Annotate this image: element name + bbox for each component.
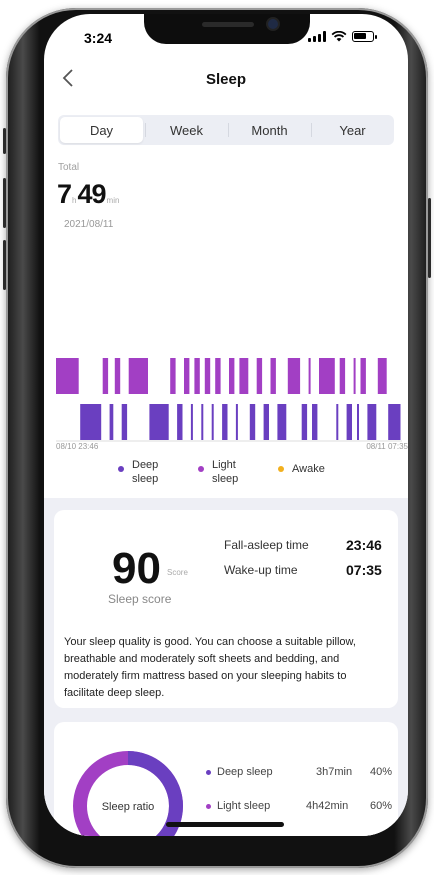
sleep-score-unit: Score xyxy=(167,568,188,577)
sleep-segment-deep xyxy=(222,404,228,440)
legend-dot xyxy=(198,466,204,472)
sleep-segment-deep xyxy=(201,404,204,440)
sleep-segment-deep xyxy=(211,404,214,440)
sleep-segment-light xyxy=(239,358,249,394)
sleep-segment-deep xyxy=(301,404,308,440)
legend-light-sleep: Light sleep xyxy=(198,458,238,486)
ratio-dot xyxy=(206,769,211,775)
sleep-segment-deep xyxy=(336,404,339,440)
chart-end-time: 08/11 07:35 xyxy=(366,442,408,451)
tab-week[interactable]: Week xyxy=(145,115,228,145)
sleep-segment-light xyxy=(204,358,211,394)
volume-down-button xyxy=(3,240,6,290)
status-time: 3:24 xyxy=(84,30,113,46)
phone-screen: 3:24 Sleep Day Week Month Year Total 7h4… xyxy=(44,14,408,836)
sleep-segment-deep xyxy=(263,404,269,440)
ratio-light-percent: 60% xyxy=(370,800,393,812)
ratio-deep-duration: 3h7min xyxy=(316,766,353,778)
chart-start-time: 08/10 23:46 xyxy=(56,442,99,451)
sleep-segment-light xyxy=(377,358,387,394)
period-tabs: Day Week Month Year xyxy=(58,115,394,145)
sleep-segment-light xyxy=(184,358,190,394)
sleep-segment-light xyxy=(353,358,356,394)
ratio-row-deep: Deep sleep xyxy=(206,766,273,778)
sleep-segment-light xyxy=(194,358,200,394)
sleep-advice-text: Your sleep quality is good. You can choo… xyxy=(64,636,356,699)
ratio-dot xyxy=(206,803,211,809)
total-label: Total xyxy=(58,162,80,173)
sleep-segment-deep xyxy=(277,404,287,440)
legend-deep-sleep: Deep sleep xyxy=(118,458,158,486)
sleep-segment-deep xyxy=(367,404,377,440)
sleep-stage-chart xyxy=(56,358,402,442)
wake-up-value: 07:35 xyxy=(346,562,382,578)
sleep-segment-light xyxy=(339,358,346,394)
nav-bar: Sleep xyxy=(44,64,408,94)
total-minutes: 49 xyxy=(77,179,106,209)
page-title: Sleep xyxy=(205,71,247,88)
fall-asleep-value: 23:46 xyxy=(346,537,382,553)
sleep-segment-light xyxy=(229,358,235,394)
fall-asleep-label: Fall-asleep time xyxy=(224,538,309,552)
legend-awake: Awake xyxy=(278,458,325,476)
total-date: 2021/08/11 xyxy=(64,219,114,230)
legend-dot xyxy=(118,466,124,472)
sleep-segment-light xyxy=(256,358,263,394)
power-button xyxy=(428,198,431,278)
sleep-segment-deep xyxy=(346,404,352,440)
sleep-segment-light xyxy=(114,358,121,394)
sleep-score-value: 90 xyxy=(112,544,161,593)
legend-dot xyxy=(278,466,284,472)
total-sleep-value: 7h49min xyxy=(57,179,120,210)
sleep-segment-deep xyxy=(235,404,238,440)
sleep-segment-deep xyxy=(109,404,114,440)
sleep-segment-light xyxy=(308,358,311,394)
sleep-segment-deep xyxy=(312,404,318,440)
volume-up-button xyxy=(3,178,6,228)
sleep-segment-light xyxy=(102,358,109,394)
sleep-segment-deep xyxy=(388,404,401,440)
sleep-segment-light xyxy=(270,358,276,394)
hours-unit: h xyxy=(72,196,77,205)
sleep-segment-light xyxy=(287,358,301,394)
sleep-ratio-card: Sleep ratio Deep sleep 3h7min 40% Light … xyxy=(54,722,398,836)
minutes-unit: min xyxy=(106,196,120,205)
sleep-segment-light xyxy=(360,358,366,394)
sleep-segment-light xyxy=(215,358,221,394)
sleep-segment-deep xyxy=(80,404,102,440)
tab-day[interactable]: Day xyxy=(60,117,143,143)
sleep-segment-deep xyxy=(357,404,359,440)
chart-legend: Deep sleep Light sleep Awake xyxy=(44,458,408,494)
total-hours: 7 xyxy=(57,179,72,209)
sleep-segment-deep xyxy=(190,404,193,440)
status-icons xyxy=(308,31,377,42)
ratio-deep-percent: 40% xyxy=(370,766,393,778)
notch xyxy=(144,14,310,44)
wake-up-label: Wake-up time xyxy=(224,563,298,577)
mute-switch xyxy=(3,128,6,154)
sleep-score-label: Sleep score xyxy=(108,592,172,606)
ratio-light-duration: 4h42min xyxy=(306,800,349,812)
sleep-ratio-title: Sleep ratio xyxy=(102,801,155,813)
battery-icon xyxy=(352,31,377,42)
speaker-grille xyxy=(202,22,254,27)
sleep-segment-light xyxy=(56,358,79,394)
tab-year[interactable]: Year xyxy=(311,115,394,145)
tab-month[interactable]: Month xyxy=(228,115,311,145)
home-indicator[interactable] xyxy=(166,822,284,827)
sleep-segment-deep xyxy=(121,404,128,440)
summary-section: 90 Score Sleep score Fall-asleep time 23… xyxy=(44,498,408,836)
sleep-segment-light xyxy=(170,358,176,394)
signal-icon xyxy=(308,31,326,42)
front-camera xyxy=(268,19,278,29)
sleep-segment-deep xyxy=(177,404,183,440)
ratio-row-light: Light sleep xyxy=(206,800,270,812)
sleep-segment-deep xyxy=(149,404,169,440)
sleep-score-card: 90 Score Sleep score Fall-asleep time 23… xyxy=(54,510,398,708)
sleep-segment-light xyxy=(128,358,148,394)
wifi-icon xyxy=(331,31,347,42)
sleep-segment-light xyxy=(319,358,335,394)
sleep-segment-deep xyxy=(249,404,256,440)
